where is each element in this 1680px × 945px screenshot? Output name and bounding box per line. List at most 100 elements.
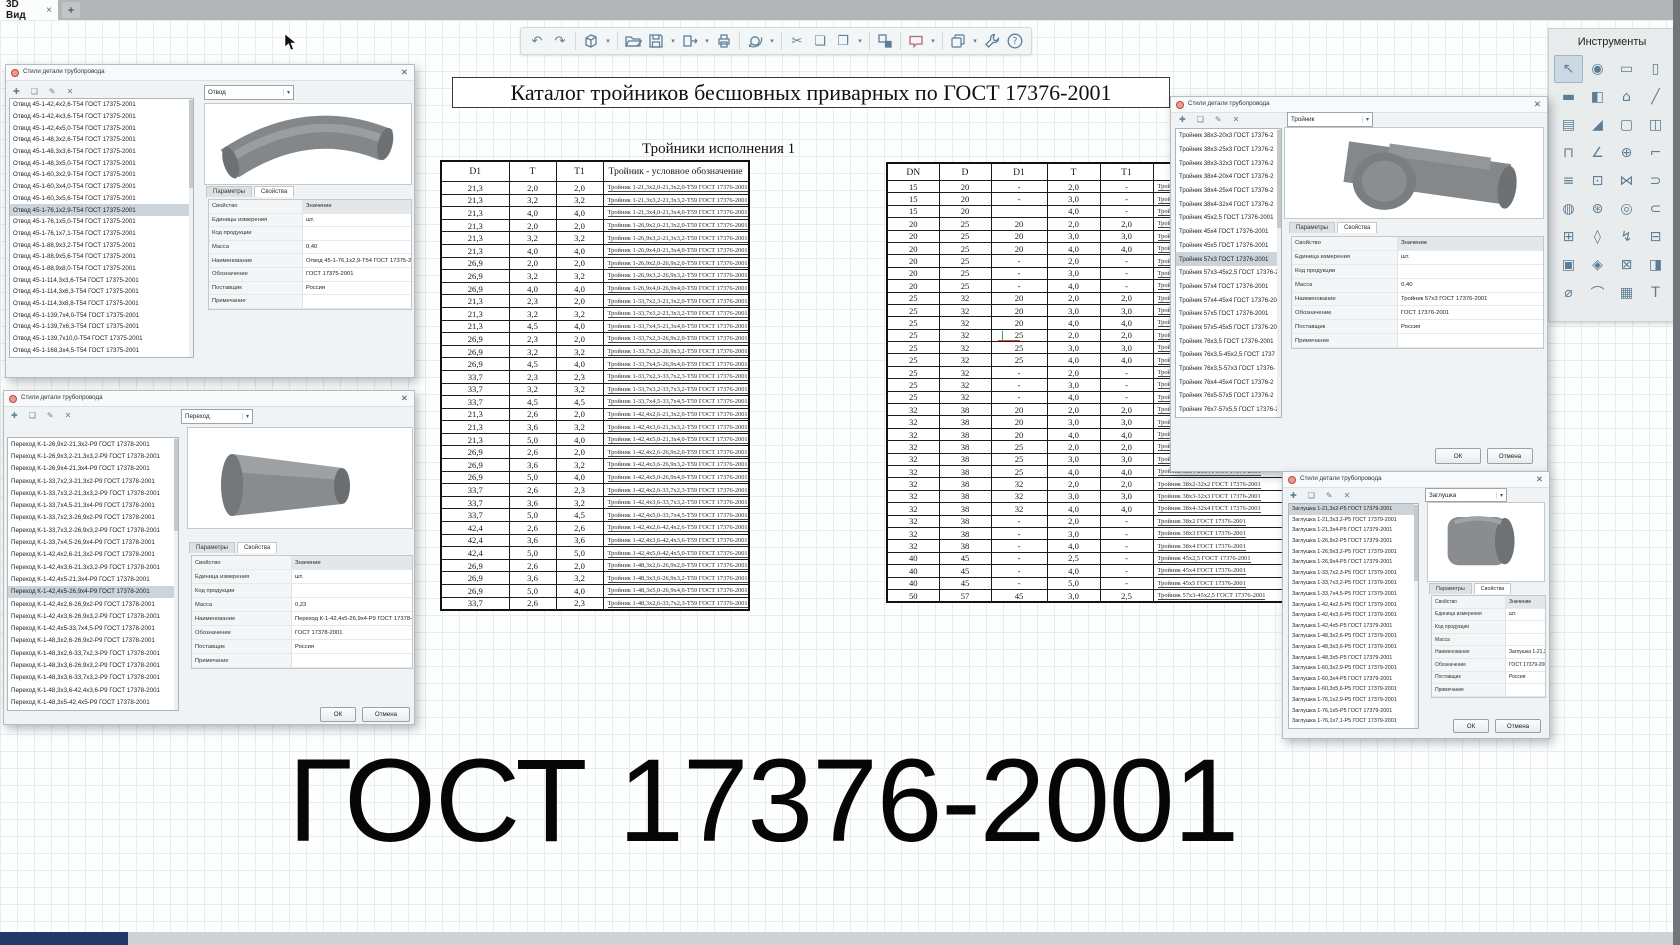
edit-style-icon[interactable]: ✎: [1326, 491, 1333, 500]
property-row[interactable]: НаименованиеЗаглушка 1-21,3х2-Р5 ГОСТ 17…: [1432, 646, 1545, 659]
list-item[interactable]: Тройник 38х3-20х3 ГОСТ 17376-2: [1176, 129, 1281, 143]
style-list[interactable]: Переход К-1-26,9х2-21,3х2-Р9 ГОСТ 17378-…: [7, 437, 179, 711]
duplicate-style-icon[interactable]: ❏: [29, 411, 36, 420]
list-item[interactable]: Тройник 57х5 ГОСТ 17376-2001: [1176, 307, 1281, 321]
list-item[interactable]: Переход К-1-33,7х3,2-26,9х3,2-Р9 ГОСТ 17…: [8, 524, 178, 536]
tool-door-icon[interactable]: ▢: [1612, 111, 1641, 139]
tool-orbit-icon[interactable]: ◉: [1583, 55, 1612, 83]
list-item[interactable]: Отвод 45-1-48,3х2,6-Т54 ГОСТ 17375-2001: [10, 134, 193, 146]
tab-parameters[interactable]: Параметры: [206, 186, 252, 197]
list-item[interactable]: Тройник 76х5-57х5 ГОСТ 17376-2: [1176, 389, 1281, 403]
property-row[interactable]: Единица измерения шт.: [1292, 250, 1543, 265]
list-scrollbar[interactable]: [189, 99, 193, 357]
delete-style-icon[interactable]: ✕: [67, 87, 74, 96]
tab-parameters[interactable]: Параметры: [1429, 583, 1472, 594]
delete-style-icon[interactable]: ✕: [65, 411, 72, 420]
tool-pipe-stack-icon[interactable]: ≡: [1554, 167, 1583, 195]
cancel-button[interactable]: Отмена: [1495, 719, 1541, 733]
property-row[interactable]: Наименование Отвод 45-1-76,1х2,9-Т54 ГОСТ…: [209, 254, 411, 268]
property-row[interactable]: Поставщик Россия: [1292, 320, 1543, 335]
list-item[interactable]: Переход К-1-48,3х3,6-33,7х3,2-Р9 ГОСТ 17…: [8, 672, 178, 684]
tool-panel-icon[interactable]: ▣: [1554, 251, 1583, 279]
list-item[interactable]: Отвод 45-1-139,7х6,3-Т54 ГОСТ 17375-2001: [10, 321, 193, 333]
list-item[interactable]: Отвод 45-1-139,7х10,0-Т54 ГОСТ 17375-200…: [10, 333, 193, 345]
list-item[interactable]: Переход К-1-48,3х5-42,4х5-Р9 ГОСТ 17378-…: [8, 696, 178, 708]
list-item[interactable]: Тройник 76х3,5 ГОСТ 17376-2001: [1176, 334, 1281, 348]
tool-plumbing-icon[interactable]: ⊕: [1612, 139, 1641, 167]
list-item[interactable]: Отвод 45-1-76,1х5,0-Т54 ГОСТ 17375-2001: [10, 216, 193, 228]
list-item[interactable]: Заглушка 1-26,9х3,2-Р5 ГОСТ 17379-2001: [1289, 546, 1418, 557]
list-item[interactable]: Переход К-1-48,3х3,6-42,4х3,6-Р9 ГОСТ 17…: [8, 684, 178, 696]
list-item[interactable]: Тройник 76х4-45х4 ГОСТ 17376-2: [1176, 375, 1281, 389]
list-item[interactable]: Переход К-1-42,4х3,6-21,3х3,2-Р9 ГОСТ 17…: [8, 561, 178, 573]
property-value[interactable]: ГОСТ 17376-2001: [1398, 310, 1543, 316]
tool-column-icon[interactable]: ▯: [1641, 55, 1670, 83]
save-icon[interactable]: [646, 31, 666, 51]
property-value[interactable]: ГОСТ 17379-2001: [1506, 662, 1545, 668]
insert-object-icon[interactable]: [875, 31, 895, 51]
dropdown-caret-icon[interactable]: ▾: [1496, 491, 1506, 499]
edit-style-icon[interactable]: ✎: [49, 87, 56, 96]
list-item[interactable]: Переход К-1-48,3х3,6-26,9х3,2-Р9 ГОСТ 17…: [8, 659, 178, 671]
list-item[interactable]: Заглушка 1-76,1х2,9-Р5 ГОСТ 17379-2001: [1289, 695, 1418, 706]
tool-floor-icon[interactable]: ▬: [1554, 83, 1583, 111]
list-item[interactable]: Тройник 38х4-25х4 ГОСТ 17376-2: [1176, 184, 1281, 198]
duplicate-style-icon[interactable]: ❏: [31, 87, 38, 96]
tool-axis-icon[interactable]: ∠: [1583, 139, 1612, 167]
scrollbar-thumb[interactable]: [174, 439, 178, 532]
property-value[interactable]: шт.: [1506, 611, 1545, 617]
delete-style-icon[interactable]: ✕: [1344, 491, 1351, 500]
tool-line-icon[interactable]: ╱: [1641, 83, 1670, 111]
list-item[interactable]: Тройник 57х5-45х5 ГОСТ 17376-2001: [1176, 321, 1281, 335]
list-item[interactable]: Заглушка 1-60,3х5,6-Р5 ГОСТ 17379-2001: [1289, 684, 1418, 695]
list-item[interactable]: Заглушка 1-48,3х5-Р5 ГОСТ 17379-2001: [1289, 652, 1418, 663]
dropdown-caret-icon[interactable]: ▾: [242, 413, 252, 420]
property-row[interactable]: Единицы измерения шт.: [209, 213, 411, 228]
tool-duct-round-icon[interactable]: ◎: [1612, 195, 1641, 223]
scrollbar-thumb[interactable]: [189, 100, 193, 188]
tab-parameters[interactable]: Параметры: [189, 542, 235, 553]
property-row[interactable]: Масса: [1432, 633, 1545, 647]
redo-icon[interactable]: ↷: [550, 31, 570, 51]
tool-door-leaf-icon[interactable]: ◨: [1641, 251, 1670, 279]
property-value[interactable]: ГОСТ 17378-2001: [292, 630, 412, 636]
list-item[interactable]: Отвод 45-1-88,9х5,6-Т54 ГОСТ 17375-2001: [10, 251, 193, 263]
tool-copy-object-icon[interactable]: ⊟: [1641, 223, 1670, 251]
list-item[interactable]: Переход К-1-33,7х3,2-21,3х3,2-Р9 ГОСТ 17…: [8, 487, 178, 499]
property-value[interactable]: Россия: [1506, 674, 1545, 680]
list-item[interactable]: Заглушка 1-76,1х7,1-Р5 ГОСТ 17379-2001: [1289, 716, 1418, 727]
list-item[interactable]: Тройник 57х4-45х4 ГОСТ 17376-2001: [1176, 293, 1281, 307]
tool-fan-icon[interactable]: ⊛: [1583, 195, 1612, 223]
list-item[interactable]: Отвод 45-1-76,1х7,1-Т54 ГОСТ 17375-2001: [10, 228, 193, 240]
property-row[interactable]: Примечание: [1432, 684, 1545, 697]
list-scrollbar[interactable]: [1277, 129, 1281, 417]
part-type-dropdown[interactable]: Заглушка ▾: [1425, 488, 1507, 502]
property-row[interactable]: Поставщик Россия: [1432, 671, 1545, 685]
list-item[interactable]: Переход К-1-26,9х4-21,3х4-Р9 ГОСТ 17378-…: [8, 463, 178, 475]
print-icon[interactable]: [714, 31, 734, 51]
tab-properties[interactable]: Свойства: [253, 186, 295, 197]
property-value[interactable]: шт.: [292, 574, 412, 580]
list-item[interactable]: Тройник 45х4 ГОСТ 17376-2001: [1176, 225, 1281, 239]
orbit-dropdown-icon[interactable]: ▾: [768, 37, 776, 45]
tool-text-icon[interactable]: T: [1641, 279, 1670, 307]
property-value[interactable]: Отвод 45-1-76,1х2,9-Т54 ГОСТ 17375-2001: [303, 258, 411, 264]
list-scrollbar[interactable]: [1414, 504, 1418, 728]
tab-properties[interactable]: Свойства: [236, 542, 278, 553]
open-icon[interactable]: [623, 31, 643, 51]
property-row[interactable]: Код продукции: [209, 227, 411, 241]
list-item[interactable]: Отвод 45-1-42,4х2,6-Т54 ГОСТ 17375-2001: [10, 99, 193, 111]
list-item[interactable]: Переход К-1-42,4х5-21,3х4-Р9 ГОСТ 17378-…: [8, 573, 178, 585]
list-item[interactable]: Заглушка 1-42,4х2,6-Р5 ГОСТ 17379-2001: [1289, 599, 1418, 610]
dialog-titlebar[interactable]: Стили детали трубопровода ✕: [6, 65, 414, 81]
property-value[interactable]: Россия: [292, 644, 412, 650]
list-item[interactable]: Переход К-1-26,9х3,2-21,3х3,2-Р9 ГОСТ 17…: [8, 450, 178, 462]
property-value[interactable]: шт.: [303, 217, 411, 223]
ok-button[interactable]: ОК: [1453, 719, 1489, 733]
list-item[interactable]: Тройник 57х3-45х2,5 ГОСТ 17376-2001: [1176, 266, 1281, 280]
property-row[interactable]: Обозначение ГОСТ 17378-2001: [192, 626, 412, 640]
tool-lamp-icon[interactable]: ◊: [1583, 223, 1612, 251]
tool-window-icon[interactable]: ◫: [1641, 111, 1670, 139]
list-item[interactable]: Заглушка 1-48,3х2,6-Р5 ГОСТ 17379-2001: [1289, 631, 1418, 642]
style-list[interactable]: Тройник 38х3-20х3 ГОСТ 17376-2 Тройник 38…: [1175, 128, 1282, 418]
